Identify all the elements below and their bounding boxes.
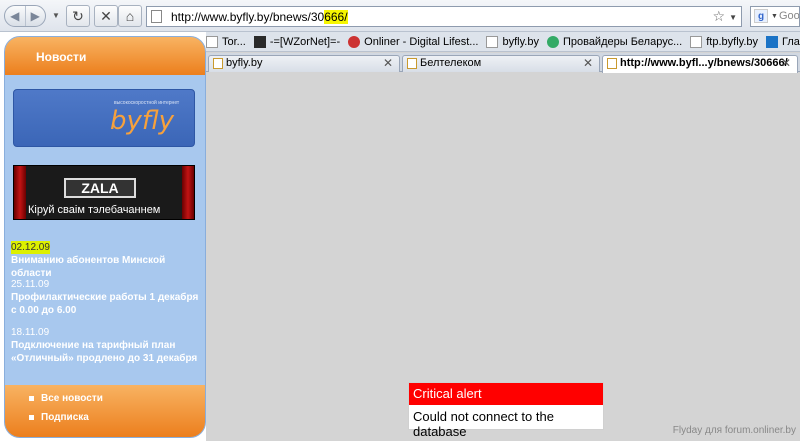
bookmark-item[interactable]: -=[WZorNet]=- [253, 35, 341, 48]
bookmark-favicon-icon [206, 35, 218, 48]
url-prefix: http://www.byfly.by/bnews/30 [171, 10, 325, 24]
bookmark-item[interactable]: ftp.byfly.by [690, 35, 759, 48]
bullet-icon [29, 396, 34, 401]
home-button[interactable]: ⌂ [118, 5, 142, 27]
bookmark-favicon-icon [766, 35, 779, 48]
tab-label: Белтелеком [420, 57, 482, 69]
news-title[interactable]: Вниманию абонентов Минской области [11, 254, 201, 280]
bookmark-label: ftp.byfly.by [706, 35, 759, 48]
news-title[interactable]: Подключение на тарифный план «Отличный» … [11, 339, 201, 365]
bookmark-star-icon[interactable]: ☆ [712, 8, 725, 25]
tab-label: byfly.by [226, 57, 263, 69]
bookmark-favicon-icon [348, 35, 361, 48]
tab-label: http://www.byfl...y/bnews/30666/ [620, 57, 788, 69]
news-date: 25.11.09 [11, 279, 50, 290]
tab-active-news[interactable]: http://www.byfl...y/bnews/30666/ ✕ [602, 55, 798, 73]
page-icon [151, 10, 162, 23]
tab-strip: byfly.by ✕ Белтелеком ✕ http://www.byfl.… [206, 53, 800, 73]
zala-logo: ZALA [64, 178, 136, 198]
bookmark-item[interactable]: Tor... [206, 35, 246, 48]
back-arrow-icon[interactable]: ◀ [5, 6, 25, 26]
curtain-left [14, 166, 26, 219]
zala-banner[interactable]: ZALA Кіруй сваім тэлебачаннем [13, 165, 195, 220]
news-date: 02.12.09 [11, 241, 50, 254]
search-engine-dropdown-icon[interactable]: ▼ [771, 13, 778, 20]
alert-title: Critical alert [409, 383, 603, 405]
search-box[interactable]: g ▼ Goog [750, 6, 800, 27]
news-date: 18.11.09 [11, 327, 50, 338]
tab-beltelecom[interactable]: Белтелеком ✕ [402, 55, 600, 72]
news-item[interactable]: 18.11.09 Подключение на тарифный план «О… [11, 326, 201, 365]
tab-page-icon [407, 58, 417, 69]
tab-byfly[interactable]: byfly.by ✕ [208, 55, 400, 72]
news-title[interactable]: Профилактические работы 1 декабря с 0.00… [11, 291, 201, 317]
close-icon[interactable]: ✕ [781, 56, 791, 71]
home-icon: ⌂ [125, 8, 135, 24]
bookmark-item[interactable]: Провайдеры Беларус... [546, 35, 683, 48]
all-news-label: Все новости [41, 393, 103, 404]
bookmark-label: Onliner - Digital Lifest... [364, 35, 479, 48]
bookmark-label: Главная :: free-torrent [782, 35, 800, 48]
watermark: Flyday для forum.onliner.by [672, 425, 796, 436]
bullet-icon [29, 415, 34, 420]
bookmark-favicon-icon [546, 35, 559, 48]
bookmark-item[interactable]: byfly.by [486, 35, 539, 48]
all-news-link[interactable]: Все новости [29, 393, 205, 404]
byfly-logo: byfly [110, 106, 175, 136]
bookmark-label: byfly.by [502, 35, 539, 48]
news-item[interactable]: 25.11.09 Профилактические работы 1 декаб… [11, 278, 201, 317]
bookmark-label: Провайдеры Беларус... [562, 35, 683, 48]
url-text[interactable]: http://www.byfly.by/bnews/30666/ [171, 10, 348, 24]
nav-buttons: ◀ ▶ [4, 5, 46, 27]
news-footer: Все новости Подписка [5, 385, 205, 437]
url-highlight: 666/ [324, 10, 348, 24]
tab-page-icon [607, 58, 617, 69]
page-sidebar: Новости высокоскоростной интернет byfly … [0, 32, 206, 441]
close-icon[interactable]: ✕ [383, 56, 393, 71]
subscribe-link[interactable]: Подписка [29, 412, 205, 423]
search-placeholder: Goog [779, 10, 800, 22]
bookmark-favicon-icon [486, 35, 499, 48]
google-icon[interactable]: g [754, 9, 768, 23]
bookmark-favicon-icon [253, 35, 266, 48]
tab-page-icon [213, 58, 223, 69]
reload-button[interactable]: ↻ [66, 5, 90, 27]
bookmark-item[interactable]: Главная :: free-torrent [766, 35, 800, 48]
critical-alert-box: Critical alert Could not connect to the … [408, 382, 604, 439]
history-dropdown-icon[interactable]: ▼ [52, 11, 60, 20]
page-content: Critical alert Could not connect to the … [206, 73, 800, 441]
bookmark-label: Tor... [222, 35, 246, 48]
news-panel: Новости высокоскоростной интернет byfly … [4, 36, 206, 438]
reload-icon: ↻ [72, 7, 84, 24]
close-icon[interactable]: ✕ [583, 56, 593, 71]
address-bar[interactable]: http://www.byfly.by/bnews/30666/ ☆ ▼ [146, 6, 742, 27]
news-item[interactable]: 02.12.09 Вниманию абонентов Минской обла… [11, 241, 201, 280]
byfly-banner[interactable]: высокоскоростной интернет byfly [13, 89, 195, 147]
subscribe-label: Подписка [41, 412, 89, 423]
stop-button[interactable]: ✕ [94, 5, 118, 27]
bookmark-item[interactable]: Onliner - Digital Lifest... [348, 35, 479, 48]
bookmark-favicon-icon [690, 35, 703, 48]
bookmarks-bar: Tor... -=[WZorNet]=- Onliner - Digital Lif… [206, 32, 800, 52]
url-dropdown-icon[interactable]: ▼ [729, 13, 737, 22]
alert-message: Could not connect to the database [413, 409, 554, 439]
bookmark-label: -=[WZorNet]=- [269, 35, 341, 48]
forward-arrow-icon[interactable]: ▶ [24, 6, 46, 26]
stop-icon: ✕ [100, 7, 112, 24]
zala-slogan: Кіруй сваім тэлебачаннем [28, 204, 161, 216]
browser-toolbar: ◀ ▶ ▼ ↻ ✕ ⌂ http://www.byfly.by/bnews/30… [0, 0, 800, 32]
curtain-right [182, 166, 194, 219]
news-header: Новости [5, 37, 205, 75]
